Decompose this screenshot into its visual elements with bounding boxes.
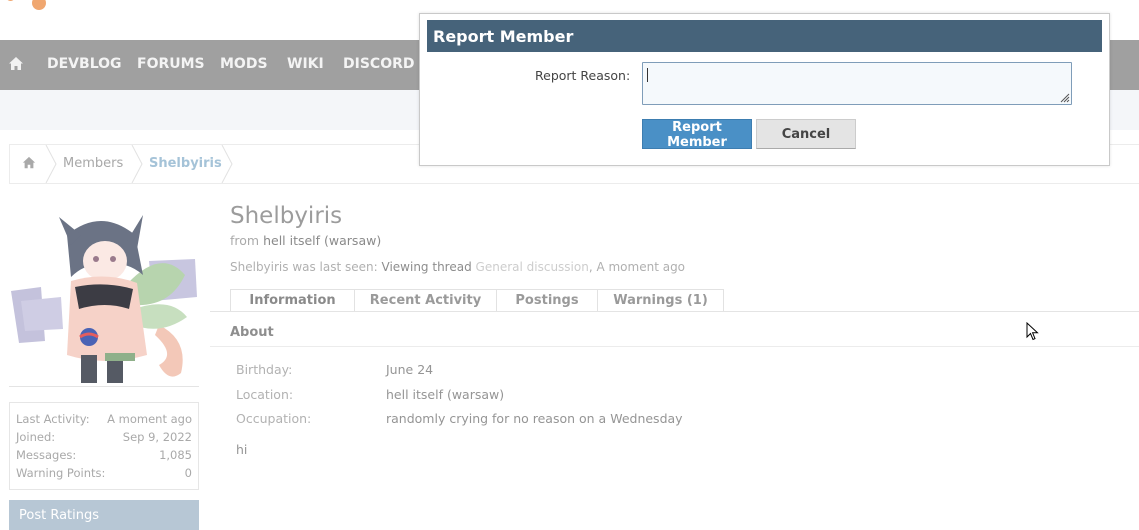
nav-mods[interactable]: MODS (220, 56, 268, 72)
report-reason-label: Report Reason: (535, 68, 631, 83)
report-member-dialog: Report Member Report Reason: Report Memb… (419, 13, 1110, 166)
occupation-value: randomly crying for no reason on a Wedne… (386, 411, 683, 426)
tab-recent-activity[interactable]: Recent Activity (354, 289, 497, 312)
profile-username: Shelbyiris (230, 203, 343, 229)
from-prefix: from (230, 233, 260, 248)
tab-information[interactable]: Information (230, 289, 355, 312)
breadcrumb-separator-icon (45, 145, 57, 183)
report-member-button[interactable]: Report Member (642, 119, 752, 150)
stat-label: Last Activity: (16, 412, 90, 426)
location-value[interactable]: hell itself (warsaw) (386, 387, 504, 402)
post-ratings-header: Post Ratings (9, 500, 199, 530)
last-seen-prefix: Shelbyiris was last seen: (230, 260, 378, 274)
home-icon[interactable] (8, 56, 24, 72)
stat-value: Sep 9, 2022 (122, 430, 192, 444)
nav-devblog[interactable]: DEVBLOG (47, 56, 122, 72)
last-seen-action: Viewing thread (381, 260, 472, 274)
avatar-divider (9, 386, 199, 387)
last-seen: Shelbyiris was last seen: Viewing thread… (230, 260, 685, 274)
tab-postings[interactable]: Postings (496, 289, 598, 312)
stat-value: 0 (184, 466, 192, 480)
profile-from: from hell itself (warsaw) (230, 233, 381, 248)
post-ratings-label: Post Ratings (19, 508, 100, 523)
about-text: hi (236, 442, 248, 457)
cancel-button[interactable]: Cancel (756, 119, 856, 149)
last-seen-thread-link[interactable]: General discussion (476, 260, 589, 274)
nav-discord[interactable]: DISCORD (343, 56, 415, 72)
birthday-value: June 24 (386, 362, 434, 377)
birthday-label: Birthday: (236, 362, 293, 377)
logo-mark (6, 0, 15, 1)
home-icon[interactable] (22, 156, 36, 170)
last-seen-time: , A moment ago (588, 260, 686, 274)
about-divider (210, 346, 1139, 347)
breadcrumb-separator-icon (221, 145, 233, 183)
logo-text: BeamNG (58, 0, 257, 8)
breadcrumb-current[interactable]: Shelbyiris (149, 156, 222, 171)
report-reason-textarea[interactable] (642, 62, 1072, 105)
text-caret (647, 68, 648, 82)
occupation-label: Occupation: (236, 411, 312, 426)
nav-forums[interactable]: FORUMS (137, 56, 205, 72)
stat-label: Joined: (16, 430, 56, 444)
profile-location-link[interactable]: hell itself (warsaw) (263, 233, 381, 248)
logo-mark-dot-large (32, 0, 46, 10)
stat-label: Warning Points: (16, 466, 106, 480)
breadcrumb-separator-icon (131, 145, 143, 183)
breadcrumb-members[interactable]: Members (63, 156, 123, 171)
dialog-title-bar: Report Member (427, 20, 1102, 52)
mouse-cursor-icon (1026, 322, 1039, 341)
tabs-divider (210, 311, 1139, 312)
member-stats: Last Activity: A moment ago Joined: Sep … (9, 402, 199, 490)
stat-value[interactable]: 1,085 (159, 448, 192, 462)
location-label: Location: (236, 387, 294, 402)
dialog-title: Report Member (433, 27, 574, 46)
avatar[interactable] (9, 205, 199, 385)
nav-wiki[interactable]: WIKI (287, 56, 324, 72)
resize-grip-icon[interactable] (1058, 91, 1070, 103)
stat-label: Messages: (16, 448, 77, 462)
about-header: About (230, 325, 274, 340)
stat-value: A moment ago (107, 412, 192, 426)
tab-warnings[interactable]: Warnings (1) (597, 289, 724, 312)
